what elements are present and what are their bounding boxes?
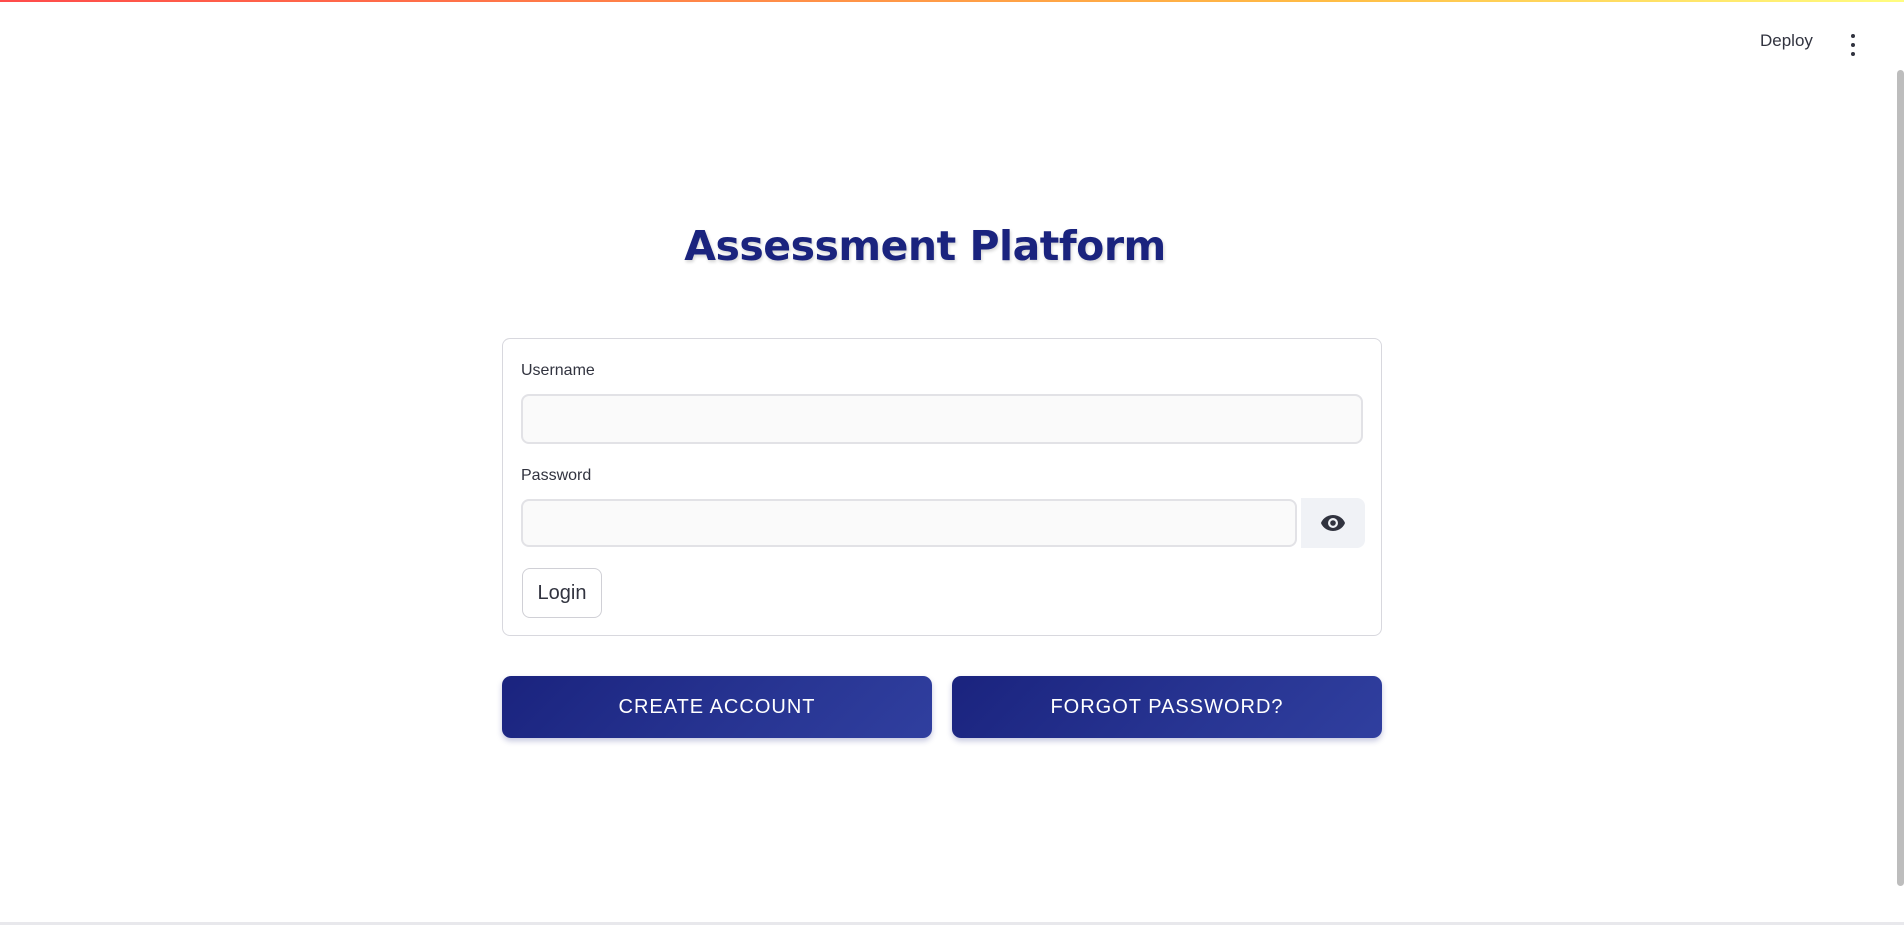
- show-password-button[interactable]: [1301, 498, 1365, 548]
- scrollbar[interactable]: [1897, 70, 1904, 886]
- password-input[interactable]: [521, 499, 1297, 547]
- page-title: Assessment Platform: [684, 222, 1166, 270]
- eye-icon: [1321, 515, 1345, 531]
- forgot-password-button[interactable]: FORGOT PASSWORD?: [952, 676, 1382, 738]
- kebab-menu-icon[interactable]: [1848, 34, 1858, 56]
- username-input[interactable]: [521, 394, 1363, 444]
- top-accent-bar: [0, 0, 1904, 2]
- create-account-button[interactable]: CREATE ACCOUNT: [502, 676, 932, 738]
- username-label: Username: [521, 362, 595, 379]
- password-label: Password: [521, 467, 592, 484]
- deploy-button[interactable]: Deploy: [1760, 31, 1813, 51]
- login-form: Username Password Login: [502, 338, 1382, 636]
- login-button[interactable]: Login: [522, 568, 602, 618]
